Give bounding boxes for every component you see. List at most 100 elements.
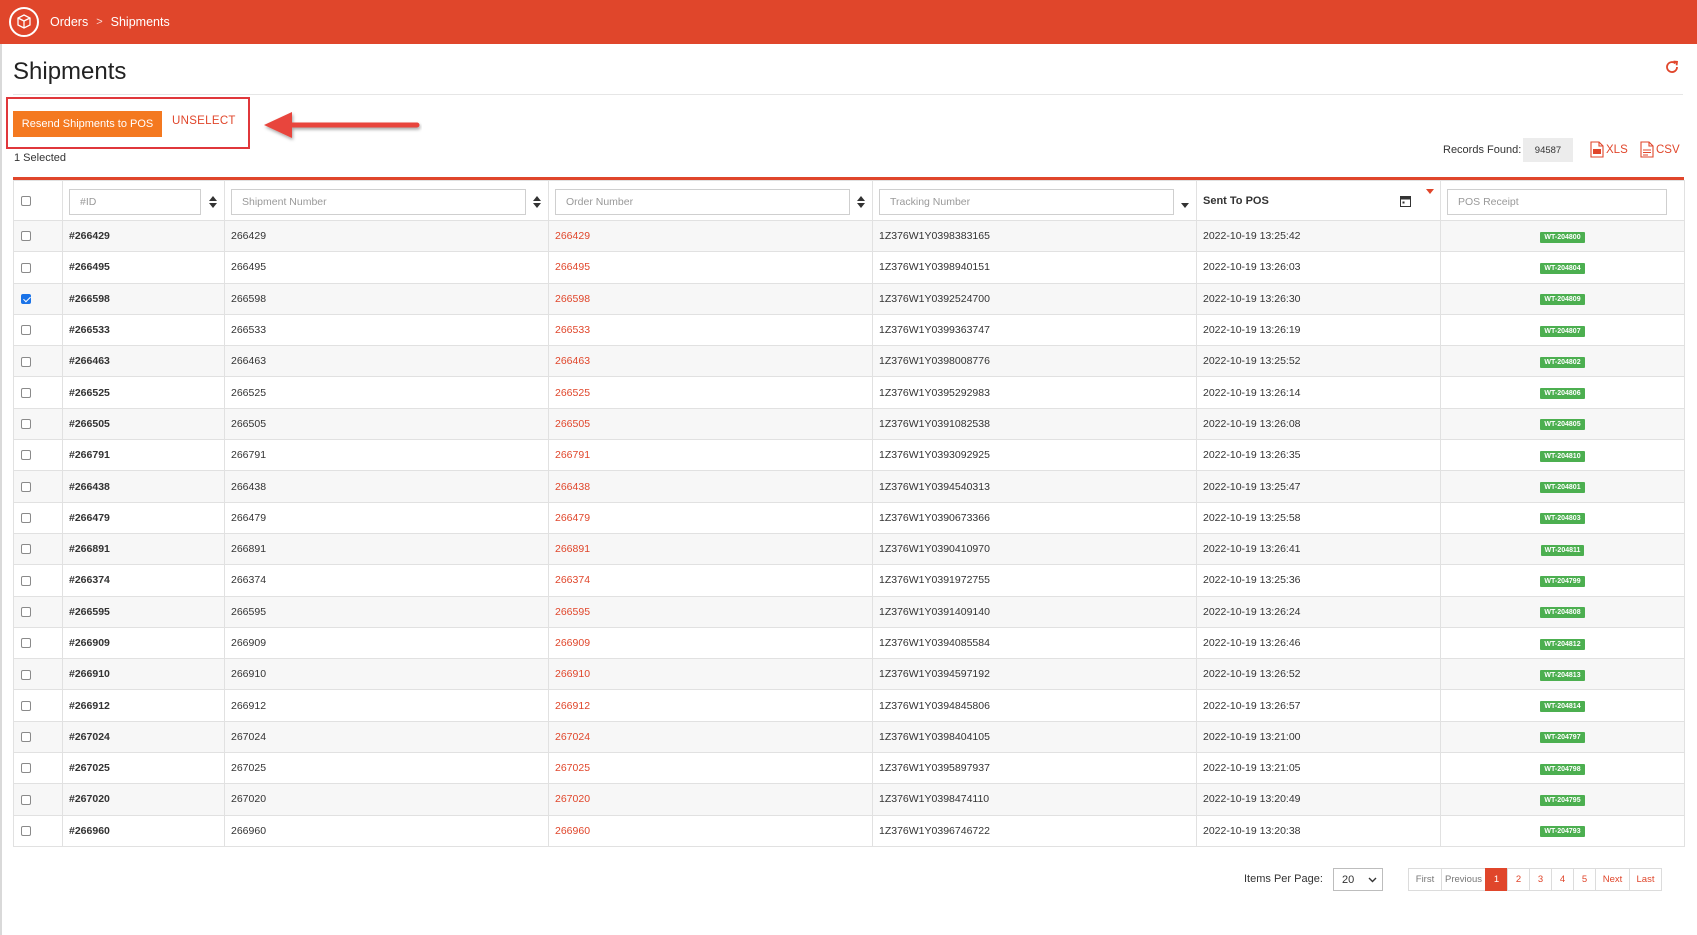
order-number-link[interactable]: 266505 — [548, 407, 873, 441]
breadcrumb-orders-link[interactable]: Orders — [50, 15, 88, 29]
sort-desc-active-icon[interactable] — [1426, 189, 1434, 194]
order-number-link[interactable]: 266891 — [548, 532, 873, 566]
tracking-number-filter-input[interactable]: Tracking Number — [879, 189, 1174, 215]
order-number-link[interactable]: 266463 — [548, 345, 873, 378]
table-row[interactable]: #266505 266505 266505 1Z376W1Y0391082538 202… — [13, 407, 1685, 441]
row-checkbox[interactable] — [21, 450, 31, 461]
table-row[interactable]: #266525 266525 266525 1Z376W1Y0395292983 202… — [13, 376, 1685, 409]
pagination-next-button[interactable]: Next — [1595, 868, 1630, 891]
row-checkbox[interactable] — [21, 669, 31, 680]
pos-receipt-filter-input[interactable]: POS Receipt — [1447, 189, 1667, 215]
order-number-link[interactable]: 266595 — [548, 595, 873, 628]
pos-receipt-badge[interactable]: WT-204795 — [1540, 794, 1585, 806]
pos-receipt-badge[interactable]: WT-204804 — [1540, 262, 1585, 274]
table-row[interactable]: #266374 266374 266374 1Z376W1Y0391972755 202… — [13, 564, 1685, 597]
order-number-link[interactable]: 266374 — [548, 564, 873, 597]
pos-receipt-badge[interactable]: WT-204812 — [1540, 638, 1585, 650]
row-checkbox[interactable] — [21, 794, 31, 805]
row-checkbox[interactable] — [21, 293, 31, 304]
order-number-link[interactable]: 267025 — [548, 752, 873, 785]
table-row[interactable]: #266910 266910 266910 1Z376W1Y0394597192 202… — [13, 658, 1685, 691]
row-checkbox[interactable] — [21, 231, 31, 242]
order-number-filter-input[interactable]: Order Number — [555, 189, 850, 215]
pos-receipt-badge[interactable]: WT-204800 — [1540, 231, 1585, 243]
table-row[interactable]: #266429 266429 266429 1Z376W1Y0398383165 202… — [13, 219, 1685, 253]
order-number-link[interactable]: 266525 — [548, 376, 873, 409]
pos-receipt-badge[interactable]: WT-204797 — [1540, 732, 1585, 744]
pos-receipt-badge[interactable]: WT-204805 — [1540, 419, 1585, 431]
pos-receipt-badge[interactable]: WT-204810 — [1540, 450, 1585, 462]
pos-receipt-badge[interactable]: WT-204802 — [1540, 356, 1585, 368]
row-checkbox[interactable] — [21, 638, 31, 649]
pos-receipt-badge[interactable]: WT-204798 — [1540, 763, 1585, 775]
row-checkbox[interactable] — [21, 826, 31, 836]
table-row[interactable]: #266533 266533 266533 1Z376W1Y0399363747 202… — [13, 313, 1685, 347]
pos-receipt-badge[interactable]: WT-204814 — [1540, 701, 1585, 713]
pagination-page-1-button[interactable]: 1 — [1485, 868, 1508, 891]
pos-receipt-badge[interactable]: WT-204813 — [1540, 669, 1585, 681]
row-checkbox[interactable] — [21, 419, 31, 430]
pagination-last-button[interactable]: Last — [1629, 868, 1662, 891]
order-number-link[interactable]: 266495 — [548, 251, 873, 284]
order-number-link[interactable]: 266479 — [548, 501, 873, 534]
row-checkbox[interactable] — [21, 700, 31, 711]
pagination-page-4-button[interactable]: 4 — [1551, 868, 1574, 891]
pos-receipt-badge[interactable]: WT-204803 — [1540, 513, 1585, 525]
pos-receipt-badge[interactable]: WT-204811 — [1540, 544, 1585, 556]
row-checkbox[interactable] — [21, 575, 31, 586]
export-xls-button[interactable]: XLS — [1590, 141, 1628, 158]
order-number-link[interactable]: 266960 — [548, 814, 873, 847]
pos-receipt-badge[interactable]: WT-204806 — [1540, 388, 1585, 400]
calendar-icon[interactable] — [1400, 195, 1411, 207]
row-checkbox[interactable] — [21, 606, 31, 617]
table-row[interactable]: #266909 266909 266909 1Z376W1Y0394085584 202… — [13, 626, 1685, 660]
sort-icon[interactable] — [857, 195, 865, 209]
refresh-icon[interactable] — [1664, 59, 1684, 79]
table-row[interactable]: #266495 266495 266495 1Z376W1Y0398940151 202… — [13, 251, 1685, 284]
row-checkbox[interactable] — [21, 732, 31, 743]
row-checkbox[interactable] — [21, 481, 31, 492]
row-checkbox[interactable] — [21, 325, 31, 336]
pos-receipt-badge[interactable]: WT-204809 — [1540, 294, 1585, 306]
row-checkbox[interactable] — [21, 544, 31, 555]
table-row[interactable]: #266791 266791 266791 1Z376W1Y0393092925 202… — [13, 439, 1685, 472]
export-csv-button[interactable]: CSV — [1640, 141, 1680, 158]
sent-to-pos-label[interactable]: Sent To POS — [1203, 195, 1269, 207]
sort-down-icon[interactable] — [1181, 195, 1189, 209]
order-number-link[interactable]: 266598 — [548, 282, 873, 315]
pagination-first-button[interactable]: First — [1408, 868, 1442, 891]
pos-receipt-badge[interactable]: WT-204807 — [1540, 325, 1585, 337]
box-logo-icon[interactable] — [9, 7, 39, 37]
table-row[interactable]: #266438 266438 266438 1Z376W1Y0394540313 202… — [13, 470, 1685, 503]
id-filter-input[interactable]: #ID — [69, 189, 201, 215]
order-number-link[interactable]: 266791 — [548, 439, 873, 472]
pos-receipt-badge[interactable]: WT-204793 — [1540, 826, 1585, 838]
resend-shipments-button[interactable]: Resend Shipments to POS — [13, 111, 162, 137]
sort-icon[interactable] — [533, 195, 541, 209]
table-row[interactable]: #267025 267025 267025 1Z376W1Y0395897937 202… — [13, 752, 1685, 785]
select-all-checkbox[interactable] — [21, 195, 31, 206]
order-number-link[interactable]: 266909 — [548, 626, 873, 660]
pagination-page-3-button[interactable]: 3 — [1529, 868, 1552, 891]
row-checkbox[interactable] — [21, 262, 31, 273]
items-per-page-select[interactable]: 20 — [1333, 868, 1383, 891]
row-checkbox[interactable] — [21, 513, 31, 524]
row-checkbox[interactable] — [21, 763, 31, 774]
table-row[interactable]: #266463 266463 266463 1Z376W1Y0398008776 202… — [13, 345, 1685, 378]
unselect-button[interactable]: UNSELECT — [172, 115, 236, 127]
pos-receipt-badge[interactable]: WT-204801 — [1540, 482, 1585, 494]
row-checkbox[interactable] — [21, 387, 31, 398]
table-row[interactable]: #266479 266479 266479 1Z376W1Y0390673366 202… — [13, 501, 1685, 534]
row-checkbox[interactable] — [21, 356, 31, 367]
table-row[interactable]: #266595 266595 266595 1Z376W1Y0391409140 202… — [13, 595, 1685, 628]
table-row[interactable]: #266891 266891 266891 1Z376W1Y0390410970 202… — [13, 532, 1685, 566]
pagination-page-5-button[interactable]: 5 — [1573, 868, 1596, 891]
pagination-previous-button[interactable]: Previous — [1441, 868, 1486, 891]
sort-icon[interactable] — [209, 195, 217, 209]
table-row[interactable]: #266960 266960 266960 1Z376W1Y0396746722 202… — [13, 814, 1685, 847]
table-row[interactable]: #266598 266598 266598 1Z376W1Y0392524700 202… — [13, 282, 1685, 315]
shipment-number-filter-input[interactable]: Shipment Number — [231, 189, 526, 215]
order-number-link[interactable]: 267024 — [548, 720, 873, 754]
pagination-page-2-button[interactable]: 2 — [1507, 868, 1530, 891]
table-row[interactable]: #267024 267024 267024 1Z376W1Y0398404105 202… — [13, 720, 1685, 754]
